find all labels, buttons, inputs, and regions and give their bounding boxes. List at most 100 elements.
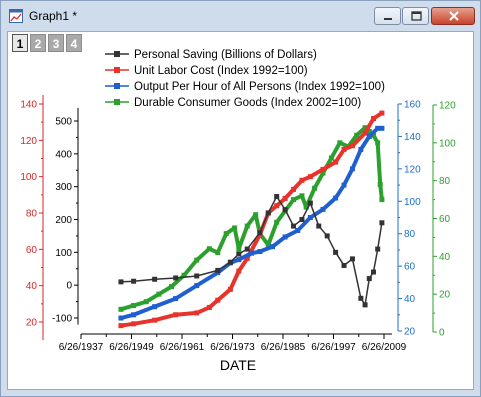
series-4-point xyxy=(291,197,297,203)
series-4-point xyxy=(232,225,238,231)
maximize-icon xyxy=(411,11,422,21)
series-3-point xyxy=(269,244,275,250)
series-2-point xyxy=(349,143,355,149)
x-axis-tick-label: 6/26/1961 xyxy=(160,342,205,353)
legend-entry-3: Output Per Hour of All Persons (Index 19… xyxy=(134,81,385,93)
series-3-point xyxy=(173,296,179,302)
series-2-point xyxy=(236,268,242,274)
series-1-point xyxy=(152,276,158,282)
x-axis-tick-label: 6/26/1997 xyxy=(311,342,356,353)
series-1-point xyxy=(118,279,124,285)
legend-entry-4: Durable Consumer Goods (Index 2002=100) xyxy=(134,97,361,109)
series-1-point xyxy=(358,295,364,301)
series-3-point xyxy=(379,125,385,131)
y-axis-3-tick-label: 100 xyxy=(404,197,421,208)
series-1-point xyxy=(274,194,280,200)
title-bar[interactable]: Graph1 * xyxy=(1,1,480,31)
graph-page: 1234 20 40 60 80 100 120 140 -100 0 100 200 300 400 5… xyxy=(7,31,474,390)
series-2-point xyxy=(227,286,233,292)
series-3-point xyxy=(307,215,313,220)
series-2-point xyxy=(379,110,385,116)
y-axis-3-tick-label: 20 xyxy=(404,327,416,338)
y-axis-4-tick-label: 80 xyxy=(439,176,451,187)
window-title: Graph1 * xyxy=(29,9,78,23)
series-1-point xyxy=(299,217,305,222)
series-4-point xyxy=(143,299,149,305)
series-3-point xyxy=(320,206,326,212)
series-2-point xyxy=(118,323,124,329)
series-1-point xyxy=(244,246,250,252)
series-3-point xyxy=(131,312,137,318)
series-4-point xyxy=(215,250,221,256)
series-2-point xyxy=(215,297,221,303)
series-1-point xyxy=(375,246,381,252)
series-4-point xyxy=(299,193,305,199)
legend-swatch-marker xyxy=(114,83,120,89)
y-axis-4-tick-label: 40 xyxy=(439,252,451,263)
y-axis-4-tick-label: 120 xyxy=(439,101,456,112)
series-4-point xyxy=(253,212,259,218)
series-3-point xyxy=(349,166,355,172)
series-2-point xyxy=(173,312,179,318)
series-4-point xyxy=(379,197,385,203)
series-1-point xyxy=(316,223,322,229)
series-2-point xyxy=(370,116,376,122)
y-axis-4-tick-label: 100 xyxy=(439,138,456,149)
series-2-point xyxy=(194,310,200,316)
series-2-point xyxy=(131,321,137,327)
y-axis-3-tick-label: 160 xyxy=(404,100,421,111)
series-1-point xyxy=(215,267,221,273)
legend-swatch-marker xyxy=(114,51,120,57)
y-axis-2-tick-label: 100 xyxy=(55,248,72,259)
series-4-point xyxy=(223,231,229,237)
series-1-point xyxy=(324,233,330,239)
x-axis-tick-label: 6/26/1973 xyxy=(210,342,255,353)
series-1-point xyxy=(194,273,200,279)
series-2-point xyxy=(152,317,158,323)
series-3-point xyxy=(366,133,372,139)
y-axis-1-tick-label: 140 xyxy=(20,100,37,111)
series-3-point xyxy=(295,227,301,233)
series-1-point xyxy=(291,223,297,229)
series-2-point xyxy=(206,304,212,310)
series-1-point xyxy=(265,210,271,216)
series-3-point xyxy=(333,195,339,201)
maximize-button[interactable] xyxy=(402,7,429,25)
y-axis-2-tick-label: 0 xyxy=(66,281,72,292)
y-axis-2-tick-label: 300 xyxy=(55,182,72,193)
series-1-point xyxy=(333,249,339,255)
series-4-point xyxy=(118,306,124,312)
y-axis-4-tick-label: 60 xyxy=(439,214,451,225)
series-2-point xyxy=(320,166,326,172)
series-4-point xyxy=(375,140,381,146)
close-icon xyxy=(449,11,459,21)
series-3-point xyxy=(341,182,347,188)
y-axis-3-tick-label: 80 xyxy=(404,229,416,240)
series-1-point xyxy=(227,259,233,265)
x-axis-tick-label: 6/26/2009 xyxy=(362,342,407,353)
series-1-point xyxy=(307,200,313,206)
x-axis-tick-label: 6/26/1949 xyxy=(109,342,154,353)
series-1-point xyxy=(349,256,355,262)
series-1-point xyxy=(341,262,347,268)
series-4-point xyxy=(312,185,318,191)
series-3-point xyxy=(257,249,263,255)
legend-swatch-marker xyxy=(114,67,120,73)
series-4-point xyxy=(337,140,343,146)
y-axis-4-tick-label: 20 xyxy=(439,290,451,301)
minimize-icon xyxy=(384,18,392,20)
series-4-point xyxy=(156,291,162,297)
graph-window-icon xyxy=(9,9,23,23)
y-axis-3-tick-label: 120 xyxy=(404,164,421,175)
y-axis-3-tick-label: 40 xyxy=(404,294,416,305)
series-1-point xyxy=(173,275,179,281)
y-axis-2-tick-label: 500 xyxy=(55,117,72,128)
close-button[interactable] xyxy=(431,7,475,25)
minimize-button[interactable] xyxy=(374,7,401,25)
y-axis-1-tick-label: 60 xyxy=(26,245,38,256)
series-1-point xyxy=(362,302,368,308)
series-4-point xyxy=(377,181,383,187)
series-1-point xyxy=(366,276,372,282)
series-2-point xyxy=(282,195,288,201)
y-axis-1-tick-label: 80 xyxy=(26,209,38,220)
